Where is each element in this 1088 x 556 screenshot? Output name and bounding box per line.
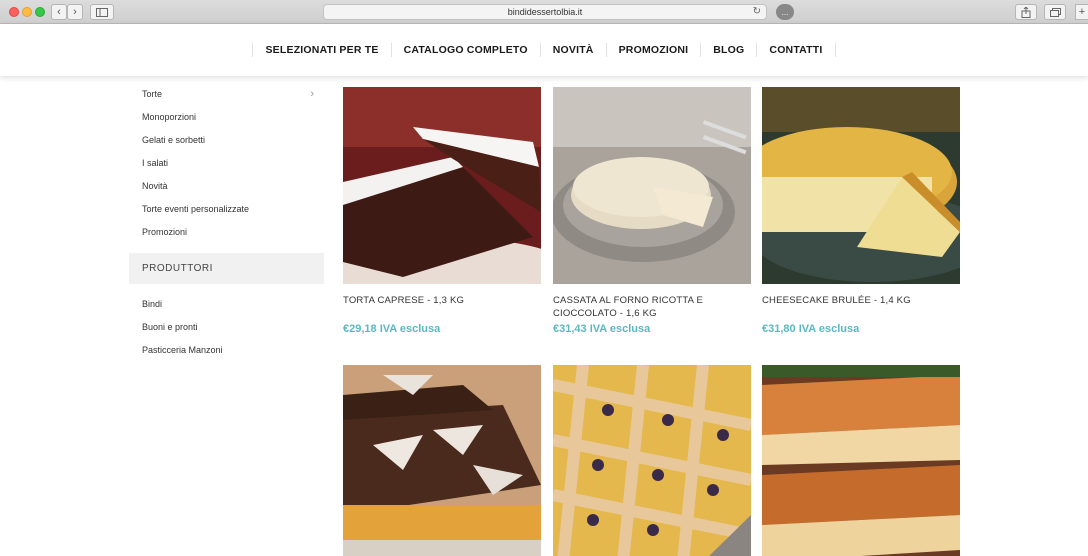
product-price: €31,43 IVA esclusa (553, 323, 651, 335)
nav-item[interactable]: CONTATTI (756, 43, 836, 57)
share-button[interactable] (1015, 4, 1037, 20)
address-bar[interactable]: bindidessertolbia.it ↻ (323, 4, 767, 20)
category-label: Torte eventi personalizzate (142, 204, 250, 214)
product-image-cheesecake[interactable] (762, 87, 960, 284)
nav-item[interactable]: NOVITÀ (539, 43, 606, 57)
close-window-button[interactable] (9, 7, 19, 17)
forward-button[interactable]: › (67, 4, 83, 20)
zoom-window-button[interactable] (35, 7, 45, 17)
producer-link[interactable]: Bindi (129, 294, 324, 317)
product-card[interactable] (553, 365, 751, 556)
product-name[interactable]: CASSATA AL FORNO RICOTTA E CIOCCOLATO - … (553, 294, 751, 320)
category-link[interactable]: Torte › (129, 84, 324, 107)
sidebar: Torte › Monoporzioni Gelati e sorbetti I sal… (129, 84, 324, 363)
nav-item[interactable]: SELEZIONATI PER TE (252, 43, 390, 57)
reload-icon[interactable]: ↻ (753, 6, 761, 17)
back-button[interactable]: ‹ (51, 4, 67, 20)
product-name[interactable]: TORTA CAPRESE - 1,3 KG (343, 294, 541, 320)
url-text: bindidessertolbia.it (507, 7, 583, 17)
nav-item[interactable]: CATALOGO COMPLETO (390, 43, 540, 57)
category-link[interactable]: Novità (129, 176, 324, 199)
chevron-right-icon: › (73, 6, 77, 18)
category-link[interactable]: Promozioni (129, 222, 324, 245)
browser-toolbar: ‹ › bindidessertolbia.it ↻ ... + (0, 0, 1088, 24)
producer-link[interactable]: Buoni e pronti (129, 317, 324, 340)
sidebar-icon (96, 7, 108, 17)
nav-item[interactable]: PROMOZIONI (605, 43, 701, 57)
chevron-right-icon: › (310, 88, 314, 100)
chevron-left-icon: ‹ (57, 6, 61, 18)
category-label: I salati (142, 158, 169, 168)
share-icon (1021, 6, 1031, 18)
category-label: Torte (142, 89, 163, 99)
category-link[interactable]: Monoporzioni (129, 107, 324, 130)
extension-label: ... (781, 7, 789, 17)
product-card[interactable]: TORTA CAPRESE - 1,3 KG €29,18 IVA esclus… (343, 87, 541, 335)
product-image-chocolate-tart[interactable] (343, 365, 541, 556)
plus-icon: + (1078, 6, 1086, 18)
new-tab-button[interactable]: + (1075, 4, 1088, 20)
category-link[interactable]: I salati (129, 153, 324, 176)
product-card[interactable] (343, 365, 541, 556)
producers-heading: PRODUTTORI (129, 253, 324, 284)
main-navigation: SELEZIONATI PER TE CATALOGO COMPLETO NOVIT… (0, 24, 1088, 76)
category-label: Novità (142, 181, 168, 191)
producer-list: Bindi Buoni e pronti Pasticceria Manzoni (129, 294, 324, 363)
category-list: Torte › Monoporzioni Gelati e sorbetti I sal… (129, 84, 324, 245)
product-card[interactable]: CHEESECAKE BRULÉE - 1,4 KG €31,80 IVA es… (762, 87, 960, 335)
product-image-chocolate-cake[interactable] (343, 87, 541, 284)
nav-list: SELEZIONATI PER TE CATALOGO COMPLETO NOVIT… (252, 43, 836, 57)
extension-button[interactable]: ... (776, 4, 794, 20)
nav-item[interactable]: BLOG (700, 43, 756, 57)
product-card[interactable]: CASSATA AL FORNO RICOTTA E CIOCCOLATO - … (553, 87, 751, 335)
category-link[interactable]: Torte eventi personalizzate (129, 199, 324, 222)
category-label: Gelati e sorbetti (142, 135, 206, 145)
product-price: €31,80 IVA esclusa (762, 323, 860, 335)
category-link[interactable]: Gelati e sorbetti (129, 130, 324, 153)
sidebar-toggle-button[interactable] (90, 4, 114, 20)
minimize-window-button[interactable] (22, 7, 32, 17)
category-label: Promozioni (142, 227, 188, 237)
tabs-overview-button[interactable] (1044, 4, 1066, 20)
producer-link[interactable]: Pasticceria Manzoni (129, 340, 324, 363)
product-image-pastry[interactable] (762, 365, 960, 556)
product-name[interactable]: CHEESECAKE BRULÉE - 1,4 KG (762, 294, 960, 320)
tabs-icon (1049, 7, 1061, 17)
product-price: €29,18 IVA esclusa (343, 323, 441, 335)
product-image-crostata[interactable] (553, 365, 751, 556)
product-image-cassata[interactable] (553, 87, 751, 284)
product-card[interactable] (762, 365, 960, 556)
category-label: Monoporzioni (142, 112, 197, 122)
